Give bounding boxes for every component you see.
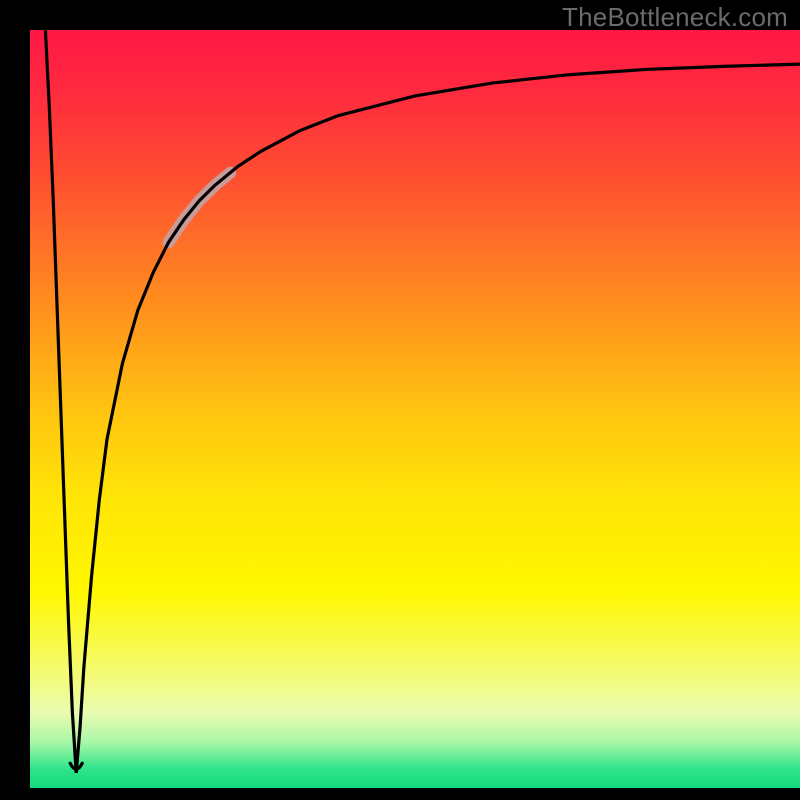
watermark-text: TheBottleneck.com	[562, 2, 788, 33]
chart-root: TheBottleneck.com	[0, 0, 800, 800]
gradient-background	[30, 30, 800, 788]
plot-svg	[30, 30, 800, 788]
plot-area	[30, 30, 800, 788]
